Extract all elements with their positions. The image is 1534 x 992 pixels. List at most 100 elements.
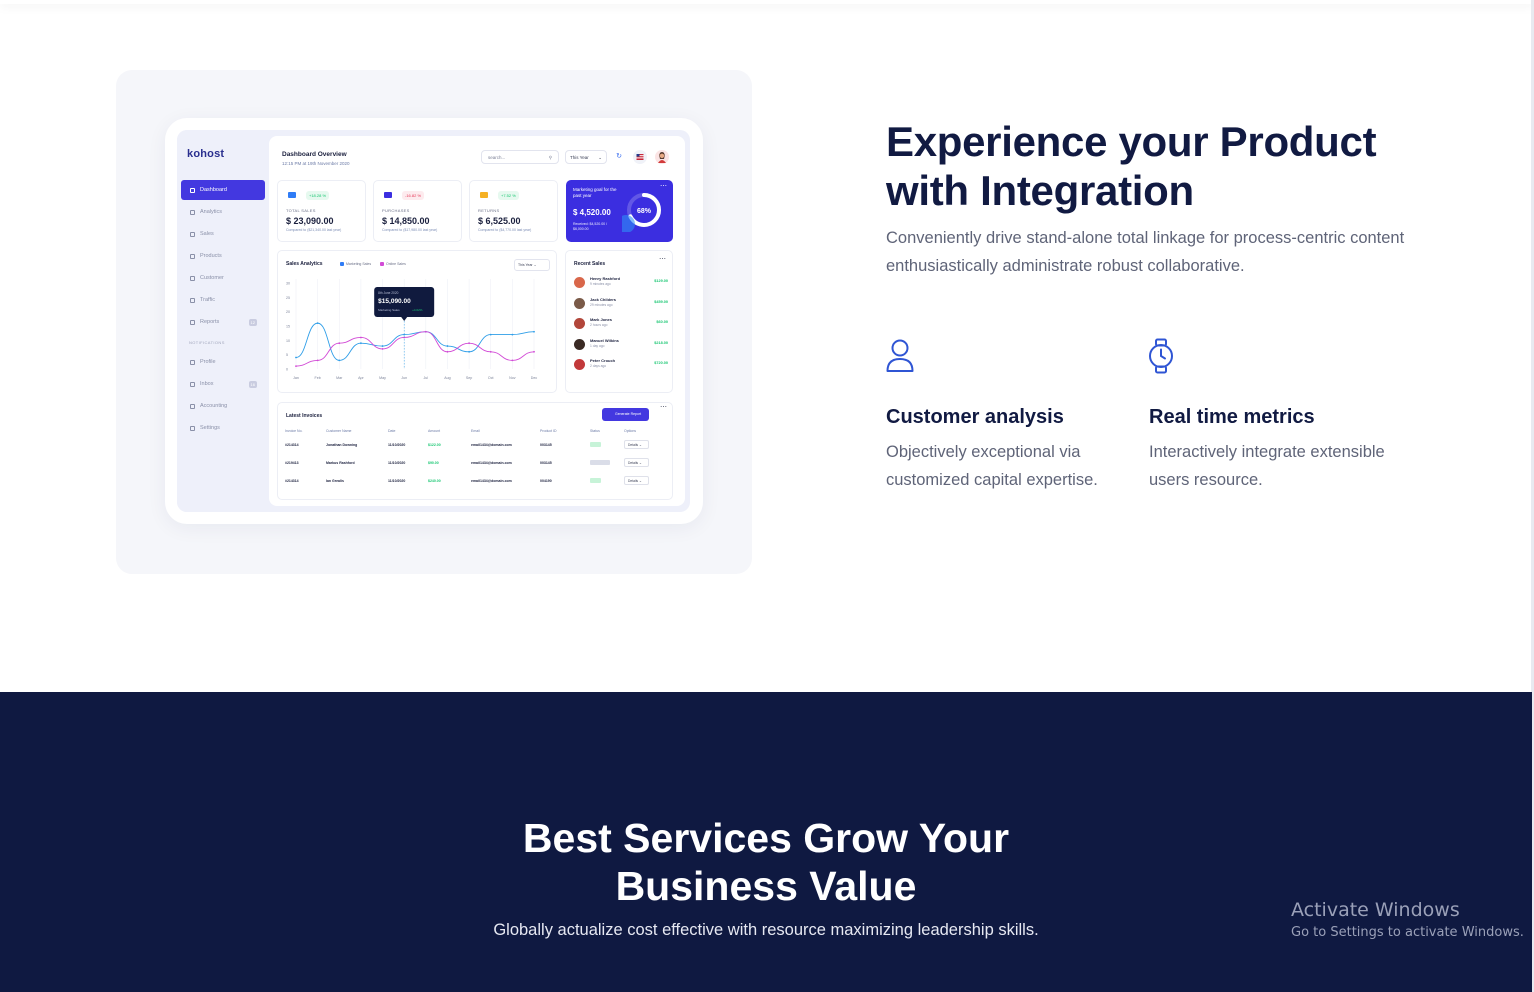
- stat-change: +18.28 %: [306, 191, 330, 200]
- dashboard-screenshot: kohost Dashboard Analytics Sales Products Cu…: [177, 130, 690, 512]
- invoice-header: Customer Name: [326, 429, 352, 433]
- user-icon: [886, 339, 914, 372]
- invoice-cell-no: #219413: [285, 461, 299, 465]
- data-point: [381, 348, 384, 350]
- sidebar-item-reports: Reports 12: [181, 312, 265, 332]
- recent-sale-row: Jack Childers 29 minutes ago $459.00: [574, 296, 668, 310]
- invoice-header: Amount: [428, 429, 441, 433]
- nav-icon: [190, 381, 195, 387]
- sidebar-item-accounting: Accounting: [181, 396, 265, 416]
- sidebar-item-profile: Profile: [181, 352, 265, 372]
- sidebar-item-customer: Customer: [181, 268, 265, 288]
- nav-badge: 16: [248, 380, 257, 388]
- sidebar-item-analytics: Analytics: [181, 202, 265, 222]
- customer-avatar: [574, 359, 585, 370]
- tooltip-arrow: [401, 317, 408, 321]
- customer-avatar: [574, 277, 585, 288]
- nav-icon: [190, 359, 195, 365]
- nav-section-label: NOTIFICATIONS: [189, 340, 225, 345]
- stat-label: TOTAL SALES: [286, 208, 316, 213]
- details-select: Details ⌄: [624, 476, 649, 485]
- chevron-down-icon: ⌄: [598, 155, 602, 160]
- invoice-cell-amount: $90.00: [428, 461, 439, 465]
- marketing-goal-card: Marketing goal for the past year $ 4,520…: [566, 180, 673, 242]
- x-tick-label: Jun: [401, 376, 407, 380]
- dashboard-subtitle: 12:15 PM at 19th November 2020: [282, 161, 350, 166]
- chevron-down-icon: ⌄: [639, 461, 642, 465]
- sidebar-item-label: Dashboard: [200, 187, 227, 193]
- activate-windows-title: Activate Windows: [1291, 899, 1460, 921]
- stat-change: +7.52 %: [498, 191, 519, 200]
- sale-time: 1 day ago: [590, 343, 605, 348]
- latest-invoices-card: Latest Invoices Generate Report ⋯ Invoic…: [277, 402, 673, 500]
- more-icon: ⋯: [660, 404, 667, 411]
- y-tick-label: 25: [286, 296, 290, 300]
- sidebar-item-sales: Sales: [181, 224, 265, 244]
- stat-card-total-sales: +18.28 % TOTAL SALES $ 23,090.00 Compared t…: [277, 180, 366, 242]
- data-point: [511, 359, 514, 362]
- invoice-cell-date: 11/10/2020: [388, 461, 406, 465]
- invoice-header: Email: [471, 429, 480, 433]
- sidebar-item-label: Reports: [200, 319, 220, 325]
- sidebar-item-label: Products: [200, 253, 222, 259]
- data-point: [381, 345, 384, 347]
- customer-name: Peter Crouch: [590, 358, 616, 363]
- status-badge: [590, 442, 601, 447]
- y-tick-label: 0: [286, 368, 288, 372]
- data-point: [446, 350, 449, 353]
- x-tick-label: May: [379, 376, 386, 380]
- stat-icon: [480, 192, 488, 198]
- stat-icon: [288, 192, 296, 198]
- stat-compare: Compared to ($21,340.00 last year): [286, 228, 342, 232]
- invoice-cell-pid: 003145: [540, 461, 552, 465]
- data-point: [295, 356, 297, 359]
- goal-sub: Received: $4,520.00 / $6,000.00: [573, 222, 608, 231]
- user-avatar: [655, 150, 669, 164]
- feature-title-customer-analysis: Customer analysis: [886, 406, 1064, 428]
- chevron-down-icon: ⌄: [639, 479, 642, 483]
- feature-desc-real-time-metrics: Interactively integrate extensible users…: [1149, 443, 1385, 489]
- nav-icon: [190, 187, 195, 193]
- customer-name: Henry Rashford: [590, 276, 621, 281]
- search-icon: ⚲: [548, 155, 552, 160]
- invoice-header: Product ID: [540, 429, 557, 433]
- series-line-online: [295, 331, 535, 367]
- x-tick-label: Nov: [509, 376, 516, 380]
- sidebar-item-label: Traffic: [200, 297, 215, 303]
- stat-label: PURCHASES: [382, 208, 410, 213]
- x-tick-label: Aug: [444, 376, 450, 380]
- recent-sales-title: Recent Sales: [574, 261, 606, 267]
- customer-name: Mark Jones: [590, 317, 613, 322]
- tooltip-change: +4.62%: [412, 308, 423, 312]
- data-point: [338, 342, 341, 345]
- invoice-cell-amount: $240.00: [428, 479, 441, 483]
- data-point: [338, 359, 341, 362]
- x-tick-label: Jan: [293, 376, 299, 380]
- x-tick-label: Jul: [424, 376, 429, 380]
- nav-icon: [190, 319, 195, 325]
- sale-time: 2 days ago: [590, 364, 607, 368]
- customer-avatar: [574, 297, 585, 309]
- dashboard-main: Dashboard Overview 12:15 PM at 19th Nove…: [269, 136, 685, 506]
- kohost-logo: kohost: [187, 148, 225, 160]
- tooltip-value: $15,090.00: [378, 298, 411, 305]
- status-badge: [590, 460, 610, 465]
- y-tick-label: 5: [286, 353, 288, 357]
- invoice-cell-name: Ian Grealis: [326, 479, 344, 483]
- invoice-cell-name: Markus Rashford: [326, 461, 355, 465]
- sale-time: 2 hours ago: [590, 323, 608, 327]
- tooltip-label: Marketing Sales: [378, 308, 400, 312]
- sidebar-item-dashboard: Dashboard: [181, 180, 265, 200]
- data-point: [360, 336, 362, 339]
- sales-analytics-card: Sales Analytics Marketing Sales Online S…: [277, 250, 557, 393]
- data-point: [511, 333, 514, 336]
- x-tick-label: Feb: [315, 376, 321, 380]
- goal-progress-ring: 68%: [622, 193, 661, 232]
- invoice-header: Options: [624, 429, 637, 433]
- dashboard-search-input: search... ⚲: [481, 150, 559, 164]
- refresh-icon: ↻: [616, 153, 622, 160]
- status-badge: [590, 478, 601, 483]
- dashboard-title: Dashboard Overview: [282, 151, 347, 158]
- watch-icon: [1149, 338, 1173, 374]
- sale-amount: $720.00: [654, 361, 668, 365]
